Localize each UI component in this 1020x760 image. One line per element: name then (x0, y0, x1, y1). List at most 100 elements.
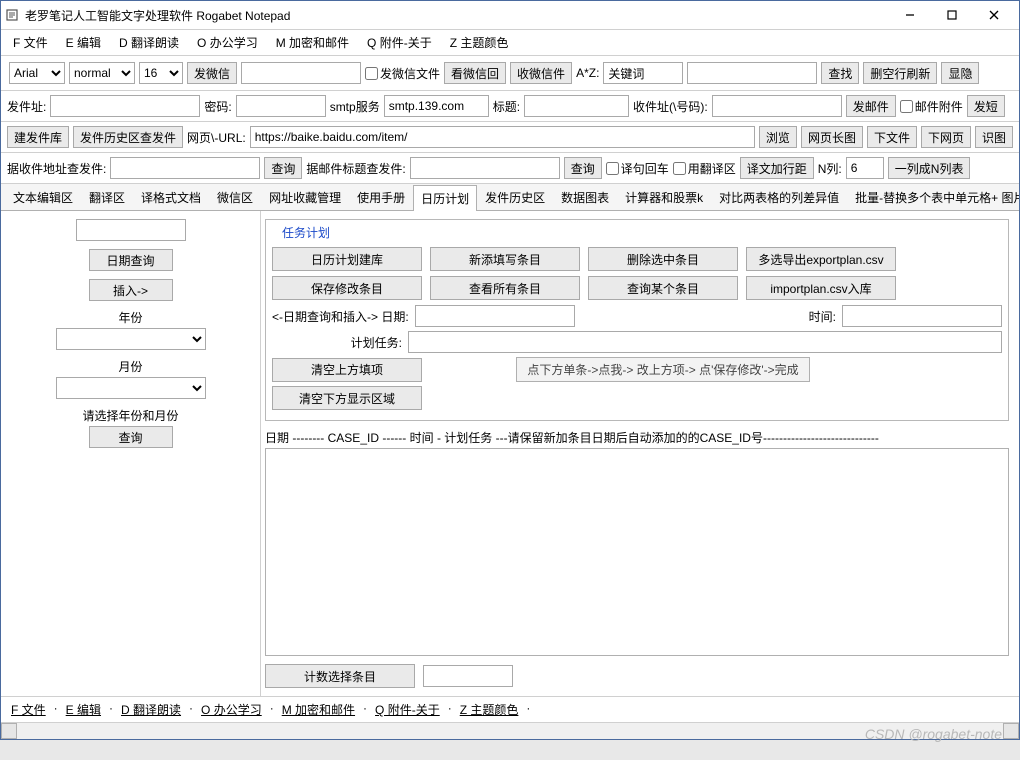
status-office[interactable]: O 办公学习 (201, 701, 262, 718)
search-by-addr-button[interactable]: 查询 (264, 157, 302, 179)
plan-listbox[interactable] (265, 448, 1009, 656)
keyword-range-input[interactable] (687, 62, 817, 84)
ocr-button[interactable]: 识图 (975, 126, 1013, 148)
tab-charts[interactable]: 数据图表 (553, 184, 617, 210)
wechat-file-checkbox[interactable]: 发微信文件 (365, 65, 440, 82)
date-query-button[interactable]: 日期查询 (89, 249, 173, 271)
send-sms-button[interactable]: 发短 (967, 95, 1005, 117)
format-toolbar: Arial normal 16 发微信 发微信文件 看微信回 收微信件 A*Z:… (1, 56, 1019, 91)
wechat-target-input[interactable] (241, 62, 361, 84)
add-line-spacing-button[interactable]: 译文加行距 (740, 157, 814, 179)
scroll-track[interactable] (17, 723, 1003, 739)
tab-calendar[interactable]: 日历计划 (413, 185, 477, 211)
weight-select[interactable]: normal (69, 62, 135, 84)
ncol-input[interactable] (846, 157, 884, 179)
size-select[interactable]: 16 (139, 62, 183, 84)
download-file-button[interactable]: 下文件 (867, 126, 917, 148)
insert-button[interactable]: 插入-> (89, 279, 173, 301)
window-title: 老罗笔记人工智能文字处理软件 Rogabet Notepad (25, 7, 889, 24)
build-sender-lib-button[interactable]: 建发件库 (7, 126, 69, 148)
app-icon (5, 8, 19, 22)
save-edit-button[interactable]: 保存修改条目 (272, 276, 422, 300)
status-edit[interactable]: E 编辑 (66, 701, 101, 718)
split-column-button[interactable]: 一列成N列表 (888, 157, 971, 179)
side-query-button[interactable]: 查询 (89, 426, 173, 448)
export-csv-button[interactable]: 多选导出exportplan.csv (746, 247, 896, 271)
month-select[interactable] (56, 377, 206, 399)
tab-text-edit[interactable]: 文本编辑区 (5, 184, 81, 210)
status-translate[interactable]: D 翻译朗读 (121, 701, 181, 718)
send-mail-button[interactable]: 发邮件 (846, 95, 896, 117)
status-about[interactable]: Q 附件-关于 (375, 701, 440, 718)
translate-newline-checkbox[interactable]: 译句回车 (606, 160, 669, 177)
year-select[interactable] (56, 328, 206, 350)
menu-translate[interactable]: D 翻译朗读 (117, 32, 181, 53)
scroll-left-icon[interactable] (1, 723, 17, 739)
date-input[interactable] (415, 305, 575, 327)
task-input[interactable] (408, 331, 1002, 353)
find-in-history-button[interactable]: 发件历史区查发件 (73, 126, 183, 148)
tab-diff[interactable]: 对比两表格的列差异值 (711, 184, 847, 210)
tab-trans-format[interactable]: 译格式文档 (133, 184, 209, 210)
use-translate-area-checkbox[interactable]: 用翻译区 (673, 160, 736, 177)
time-input[interactable] (842, 305, 1002, 327)
to-input[interactable] (712, 95, 842, 117)
menu-bar: F 文件 E 编辑 D 翻译朗读 O 办公学习 M 加密和邮件 Q 附件-关于 … (1, 30, 1019, 56)
tab-translate[interactable]: 翻译区 (81, 184, 133, 210)
build-calendar-db-button[interactable]: 日历计划建库 (272, 247, 422, 271)
month-label: 月份 (7, 358, 254, 375)
ncol-label: N列: (818, 160, 842, 177)
send-wechat-button[interactable]: 发微信 (187, 62, 237, 84)
delete-selected-button[interactable]: 删除选中条目 (588, 247, 738, 271)
count-output[interactable] (423, 665, 513, 687)
menu-file[interactable]: F 文件 (11, 32, 50, 53)
count-selected-button[interactable]: 计数选择条目 (265, 664, 415, 688)
download-page-button[interactable]: 下网页 (921, 126, 971, 148)
view-all-button[interactable]: 查看所有条目 (430, 276, 580, 300)
view-wechat-reply-button[interactable]: 看微信回 (444, 62, 506, 84)
from-input[interactable] (50, 95, 200, 117)
pwd-input[interactable] (236, 95, 326, 117)
browse-button[interactable]: 浏览 (759, 126, 797, 148)
url-toolbar: 建发件库 发件历史区查发件 网页\-URL: 浏览 网页长图 下文件 下网页 识… (1, 122, 1019, 153)
tab-calculator[interactable]: 计算器和股票k (617, 184, 711, 210)
clear-lower-button[interactable]: 清空下方显示区域 (272, 386, 422, 410)
url-input[interactable] (250, 126, 755, 148)
tab-wechat[interactable]: 微信区 (209, 184, 261, 210)
keyword-input[interactable] (603, 62, 683, 84)
font-select[interactable]: Arial (9, 62, 65, 84)
toggle-visibility-button[interactable]: 显隐 (941, 62, 979, 84)
page-longshot-button[interactable]: 网页长图 (801, 126, 863, 148)
side-top-input[interactable] (76, 219, 186, 241)
menu-theme[interactable]: Z 主题颜色 (448, 32, 511, 53)
menu-encrypt[interactable]: M 加密和邮件 (274, 32, 351, 53)
minimize-button[interactable] (889, 2, 931, 28)
tab-bookmarks[interactable]: 网址收藏管理 (261, 184, 349, 210)
menu-about[interactable]: Q 附件-关于 (365, 32, 434, 53)
subject-input[interactable] (524, 95, 629, 117)
search-by-subject-input[interactable] (410, 157, 560, 179)
status-encrypt[interactable]: M 加密和邮件 (282, 701, 355, 718)
scroll-right-icon[interactable] (1003, 723, 1019, 739)
tab-send-history[interactable]: 发件历史区 (477, 184, 553, 210)
tab-batch-replace[interactable]: 批量-替换多个表中单元格+ 图片取文本 (847, 184, 1020, 210)
tab-manual[interactable]: 使用手册 (349, 184, 413, 210)
import-csv-button[interactable]: importplan.csv入库 (746, 276, 896, 300)
flush-empty-lines-button[interactable]: 删空行刷新 (863, 62, 937, 84)
smtp-input[interactable] (384, 95, 489, 117)
menu-office[interactable]: O 办公学习 (195, 32, 260, 53)
close-button[interactable] (973, 2, 1015, 28)
maximize-button[interactable] (931, 2, 973, 28)
menu-edit[interactable]: E 编辑 (64, 32, 103, 53)
status-theme[interactable]: Z 主题颜色 (460, 701, 519, 718)
status-file[interactable]: F 文件 (11, 701, 46, 718)
search-by-addr-input[interactable] (110, 157, 260, 179)
find-button[interactable]: 查找 (821, 62, 859, 84)
search-by-subject-button[interactable]: 查询 (564, 157, 602, 179)
recv-wechat-file-button[interactable]: 收微信件 (510, 62, 572, 84)
mail-attach-checkbox[interactable]: 邮件附件 (900, 98, 963, 115)
query-one-button[interactable]: 查询某个条目 (588, 276, 738, 300)
year-label: 年份 (7, 309, 254, 326)
clear-upper-button[interactable]: 清空上方填项 (272, 358, 422, 382)
add-entry-button[interactable]: 新添填写条目 (430, 247, 580, 271)
